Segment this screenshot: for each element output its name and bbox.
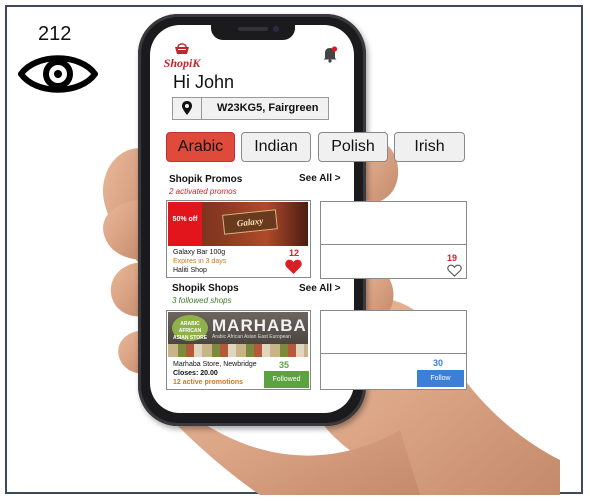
shop-name: Marhaba Store, Newbridge xyxy=(173,361,257,368)
promo-expiry: Expires in 3 days xyxy=(173,258,227,265)
category-indian[interactable]: Indian xyxy=(241,132,311,162)
promos-subtitle: 2 activated promos xyxy=(169,187,237,196)
shop-sign-tagline: Arabic African Asian East European xyxy=(212,334,291,340)
promos-title: Shopik Promos xyxy=(169,174,243,185)
shopik-logo[interactable]: ShopiK xyxy=(160,43,204,73)
location-selector[interactable]: W23KG5, Fairgreen xyxy=(172,97,329,120)
shop-closing-time: Closes: 20.00 xyxy=(173,370,218,377)
shop-follower-count: 35 xyxy=(279,360,290,370)
promo-shop-name: Haliti Shop xyxy=(173,267,207,274)
card-divider xyxy=(321,353,466,354)
shop-image: ARABIC AFRICAN ASIAN STORE MARHABA Arabi… xyxy=(168,312,308,357)
heart-outline-icon[interactable] xyxy=(447,264,462,277)
category-polish[interactable]: Polish xyxy=(318,132,388,162)
location-text: W23KG5, Fairgreen xyxy=(217,102,319,114)
follow-button[interactable]: Follow xyxy=(417,370,464,387)
shop-card-placeholder[interactable]: 30 Follow xyxy=(320,310,467,390)
promos-see-all-link[interactable]: See All > xyxy=(299,173,341,184)
promo-discount-badge: 50% off xyxy=(168,202,202,246)
promo-product-name: Galaxy Bar 100g xyxy=(173,249,226,256)
phone-speaker xyxy=(238,27,268,31)
shops-see-all-link[interactable]: See All > xyxy=(299,283,341,294)
category-arabic[interactable]: Arabic xyxy=(166,132,235,162)
heart-filled-icon[interactable] xyxy=(285,259,302,274)
followed-button[interactable]: Followed xyxy=(264,371,309,388)
shop-sign-name: MARHABA xyxy=(212,316,307,335)
card-divider xyxy=(321,244,466,245)
location-pin-icon xyxy=(182,101,192,115)
brand-name: ShopiK xyxy=(163,56,201,70)
promo-card-placeholder[interactable]: 19 xyxy=(320,201,467,279)
basket-icon xyxy=(175,43,189,54)
greeting-text: Hi John xyxy=(173,72,235,92)
shop-storefront xyxy=(168,344,308,357)
category-irish[interactable]: Irish xyxy=(394,132,465,162)
shop-logo: ARABIC AFRICAN ASIAN STORE xyxy=(172,315,208,341)
shop-card[interactable]: ARABIC AFRICAN ASIAN STORE MARHABA Arabi… xyxy=(166,310,311,390)
promo-card[interactable]: 50% off Galaxy Galaxy Bar 100g Expires i… xyxy=(166,200,311,278)
shop-follower-count-2: 30 xyxy=(433,358,444,368)
promo-image: 50% off Galaxy xyxy=(168,202,308,246)
shops-subtitle: 3 followed shops xyxy=(172,296,232,305)
phone-camera xyxy=(273,26,279,32)
shop-active-promotions: 12 active promotions xyxy=(173,379,244,386)
location-pin-box xyxy=(173,98,202,119)
phone-notch xyxy=(211,22,295,40)
shops-title: Shopik Shops xyxy=(172,283,239,294)
promo-like-count-2: 19 xyxy=(447,253,458,263)
promo-product-image-label: Galaxy xyxy=(222,209,278,235)
promo-like-count: 12 xyxy=(289,248,300,258)
shop-sign: ARABIC AFRICAN ASIAN STORE MARHABA Arabi… xyxy=(168,312,308,344)
notification-bell-icon[interactable] xyxy=(321,45,339,63)
